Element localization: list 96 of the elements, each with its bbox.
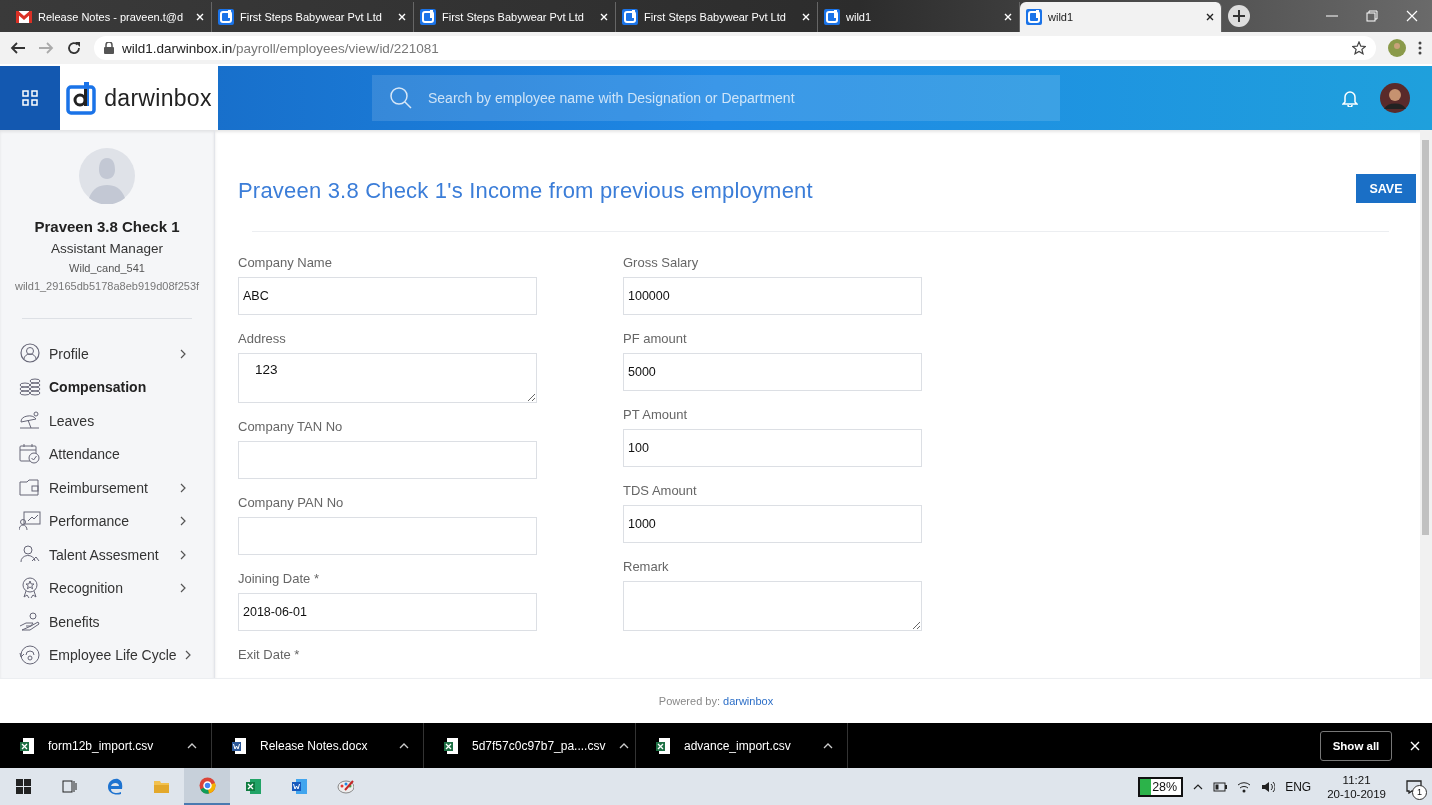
url-text: wild1.darwinbox.in/payroll/employees/view/id/221081 — [122, 40, 439, 56]
show-all-button[interactable]: Show all — [1320, 730, 1392, 761]
task-view-icon — [60, 778, 78, 795]
language-indicator[interactable]: ENG — [1285, 779, 1312, 794]
field-label: Gross Salary — [623, 255, 700, 270]
save-button[interactable]: SAVE — [1356, 174, 1416, 203]
footer-link[interactable]: darwinbox — [723, 695, 774, 707]
folder-icon — [152, 778, 170, 795]
notification-badge: 1 — [1412, 784, 1427, 800]
browser-e-icon — [106, 778, 124, 795]
profile-icon — [19, 342, 41, 365]
sidebar-item[interactable]: Benefits — [0, 605, 214, 639]
cycle-icon — [19, 644, 41, 667]
field-label: Company TAN No — [238, 419, 344, 434]
hand-icon — [19, 610, 41, 633]
sidebar-item[interactable]: Compensation — [0, 370, 214, 404]
spreadsheet-icon — [244, 778, 262, 795]
logo[interactable]: darwinbox — [60, 66, 218, 130]
sidebar-item[interactable]: Employee Life Cycle — [0, 638, 214, 672]
bell-icon[interactable] — [1342, 89, 1358, 107]
star-icon[interactable] — [1352, 41, 1366, 55]
input-field[interactable]: ABC — [238, 277, 537, 315]
page-title: Praveen 3.8 Check 1's Income from previous employment — [238, 178, 813, 204]
sidebar-item[interactable]: Recognition — [0, 571, 214, 605]
new-tab-icon[interactable] — [1228, 5, 1250, 27]
browser-tab[interactable]: wild1 — [1020, 2, 1222, 32]
battery-indicator: 28% — [1138, 776, 1184, 797]
mail-icon — [16, 11, 32, 23]
input-field[interactable]: 100000 — [623, 277, 922, 315]
reload-icon[interactable] — [66, 40, 82, 56]
wallet-icon — [19, 476, 41, 499]
input-field[interactable]: 5000 — [623, 353, 922, 391]
volume-icon[interactable] — [1261, 780, 1276, 793]
apps-grid-icon[interactable] — [22, 90, 38, 106]
user-avatar[interactable] — [1380, 83, 1410, 113]
field-label: Address — [238, 331, 287, 346]
maximize-icon[interactable] — [1366, 10, 1378, 22]
field-label: PT Amount — [623, 407, 689, 422]
award-icon — [19, 577, 41, 600]
sidebar-item[interactable]: Profile — [0, 337, 214, 371]
site-icon — [420, 9, 436, 25]
scrollbar-thumb[interactable] — [1422, 140, 1429, 535]
calendar-icon — [19, 443, 41, 466]
caret-up-icon[interactable] — [1193, 783, 1204, 790]
notification-icon[interactable] — [1406, 779, 1422, 794]
site-icon — [1026, 9, 1042, 25]
coins-icon — [19, 376, 41, 399]
sidebar-item[interactable]: Talent Assesment — [0, 538, 214, 572]
menu-icon[interactable] — [1418, 41, 1422, 55]
spreadsheet-file-icon — [444, 737, 458, 754]
windows-icon — [14, 778, 32, 795]
sidebar-item[interactable]: Performance — [0, 504, 214, 538]
employee-id: wild1_29165db5178a8eb919d08f253f — [14, 280, 200, 292]
close-icon[interactable] — [1205, 12, 1215, 22]
input-field[interactable]: 100 — [623, 429, 922, 467]
document-file-icon — [232, 737, 246, 754]
input-field[interactable] — [238, 517, 537, 555]
lock-icon — [104, 42, 114, 54]
text-area[interactable]: 123 — [238, 353, 537, 403]
site-icon — [622, 9, 638, 25]
employee-code: Wild_cand_541 — [69, 262, 145, 274]
clock[interactable]: 11:21 20-10-2019 — [1327, 772, 1386, 801]
battery-icon[interactable] — [1213, 781, 1228, 792]
input-field[interactable]: 1000 — [623, 505, 922, 543]
profile-avatar[interactable] — [1388, 39, 1406, 57]
employee-name: Praveen 3.8 Check 1 — [34, 218, 180, 235]
document-icon — [290, 778, 308, 795]
spreadsheet-file-icon — [20, 737, 34, 754]
sidebar-item[interactable]: Leaves — [0, 404, 214, 438]
url-field[interactable]: wild1.darwinbox.in/payroll/employees/view/id/221081 — [94, 36, 1376, 60]
avatar-silhouette — [79, 148, 135, 204]
site-icon — [218, 9, 234, 25]
search-icon — [390, 87, 412, 109]
chart-icon — [19, 510, 41, 533]
field-label: TDS Amount — [623, 483, 698, 498]
field-label: Exit Date * — [238, 647, 301, 662]
chrome-icon — [198, 777, 216, 794]
scrollbar[interactable] — [1420, 130, 1432, 678]
beach-icon — [19, 409, 41, 432]
field-label: PF amount — [623, 331, 688, 346]
sidebar-item[interactable]: Reimbursement — [0, 471, 214, 505]
footer-text: Powered by: darwinbox — [658, 695, 774, 707]
field-label: Company Name — [238, 255, 333, 270]
input-field[interactable] — [238, 441, 537, 479]
sidebar-item[interactable]: Attendance — [0, 437, 214, 471]
spreadsheet-file-icon — [656, 737, 670, 754]
wifi-icon[interactable] — [1237, 780, 1252, 793]
palette-icon — [336, 778, 354, 795]
input-field[interactable]: 2018-06-01 — [238, 593, 537, 631]
employee-designation: Assistant Manager — [51, 241, 163, 256]
field-label: Joining Date * — [238, 571, 320, 586]
logo-icon — [66, 81, 99, 115]
field-label: Remark — [623, 559, 670, 574]
site-icon — [824, 9, 840, 25]
field-label: Company PAN No — [238, 495, 345, 510]
back-icon[interactable] — [10, 40, 26, 56]
